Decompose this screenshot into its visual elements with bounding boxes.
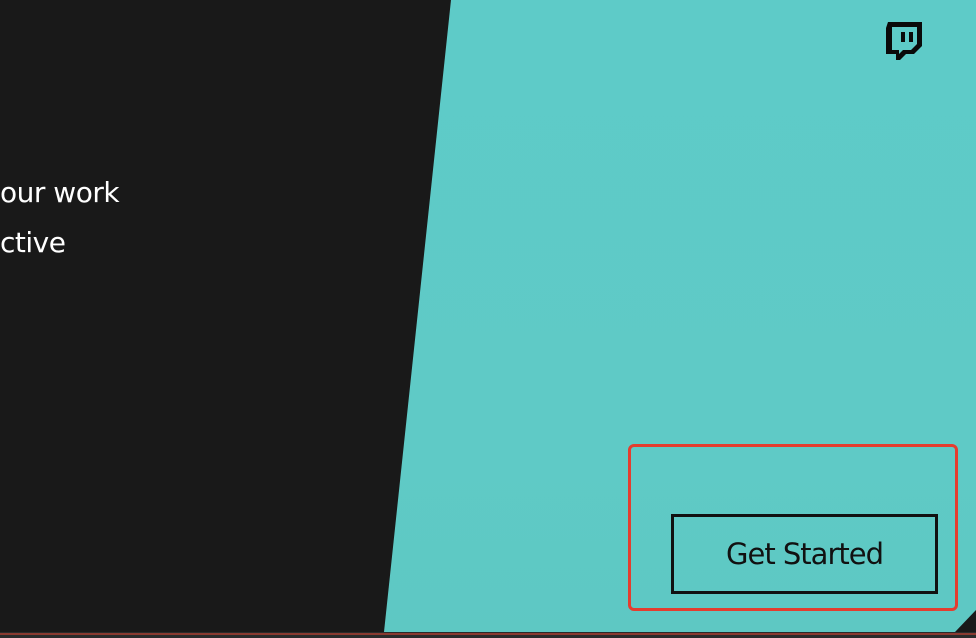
bottom-edge-accent	[0, 633, 976, 635]
landing-page: our work ctive Get Started	[0, 0, 976, 638]
hero-copy: our work ctive	[0, 168, 120, 268]
twitch-icon[interactable]	[884, 20, 924, 62]
hero-line-1: our work	[0, 176, 120, 209]
hero-line-2: ctive	[0, 226, 66, 259]
get-started-button[interactable]: Get Started	[671, 514, 938, 594]
